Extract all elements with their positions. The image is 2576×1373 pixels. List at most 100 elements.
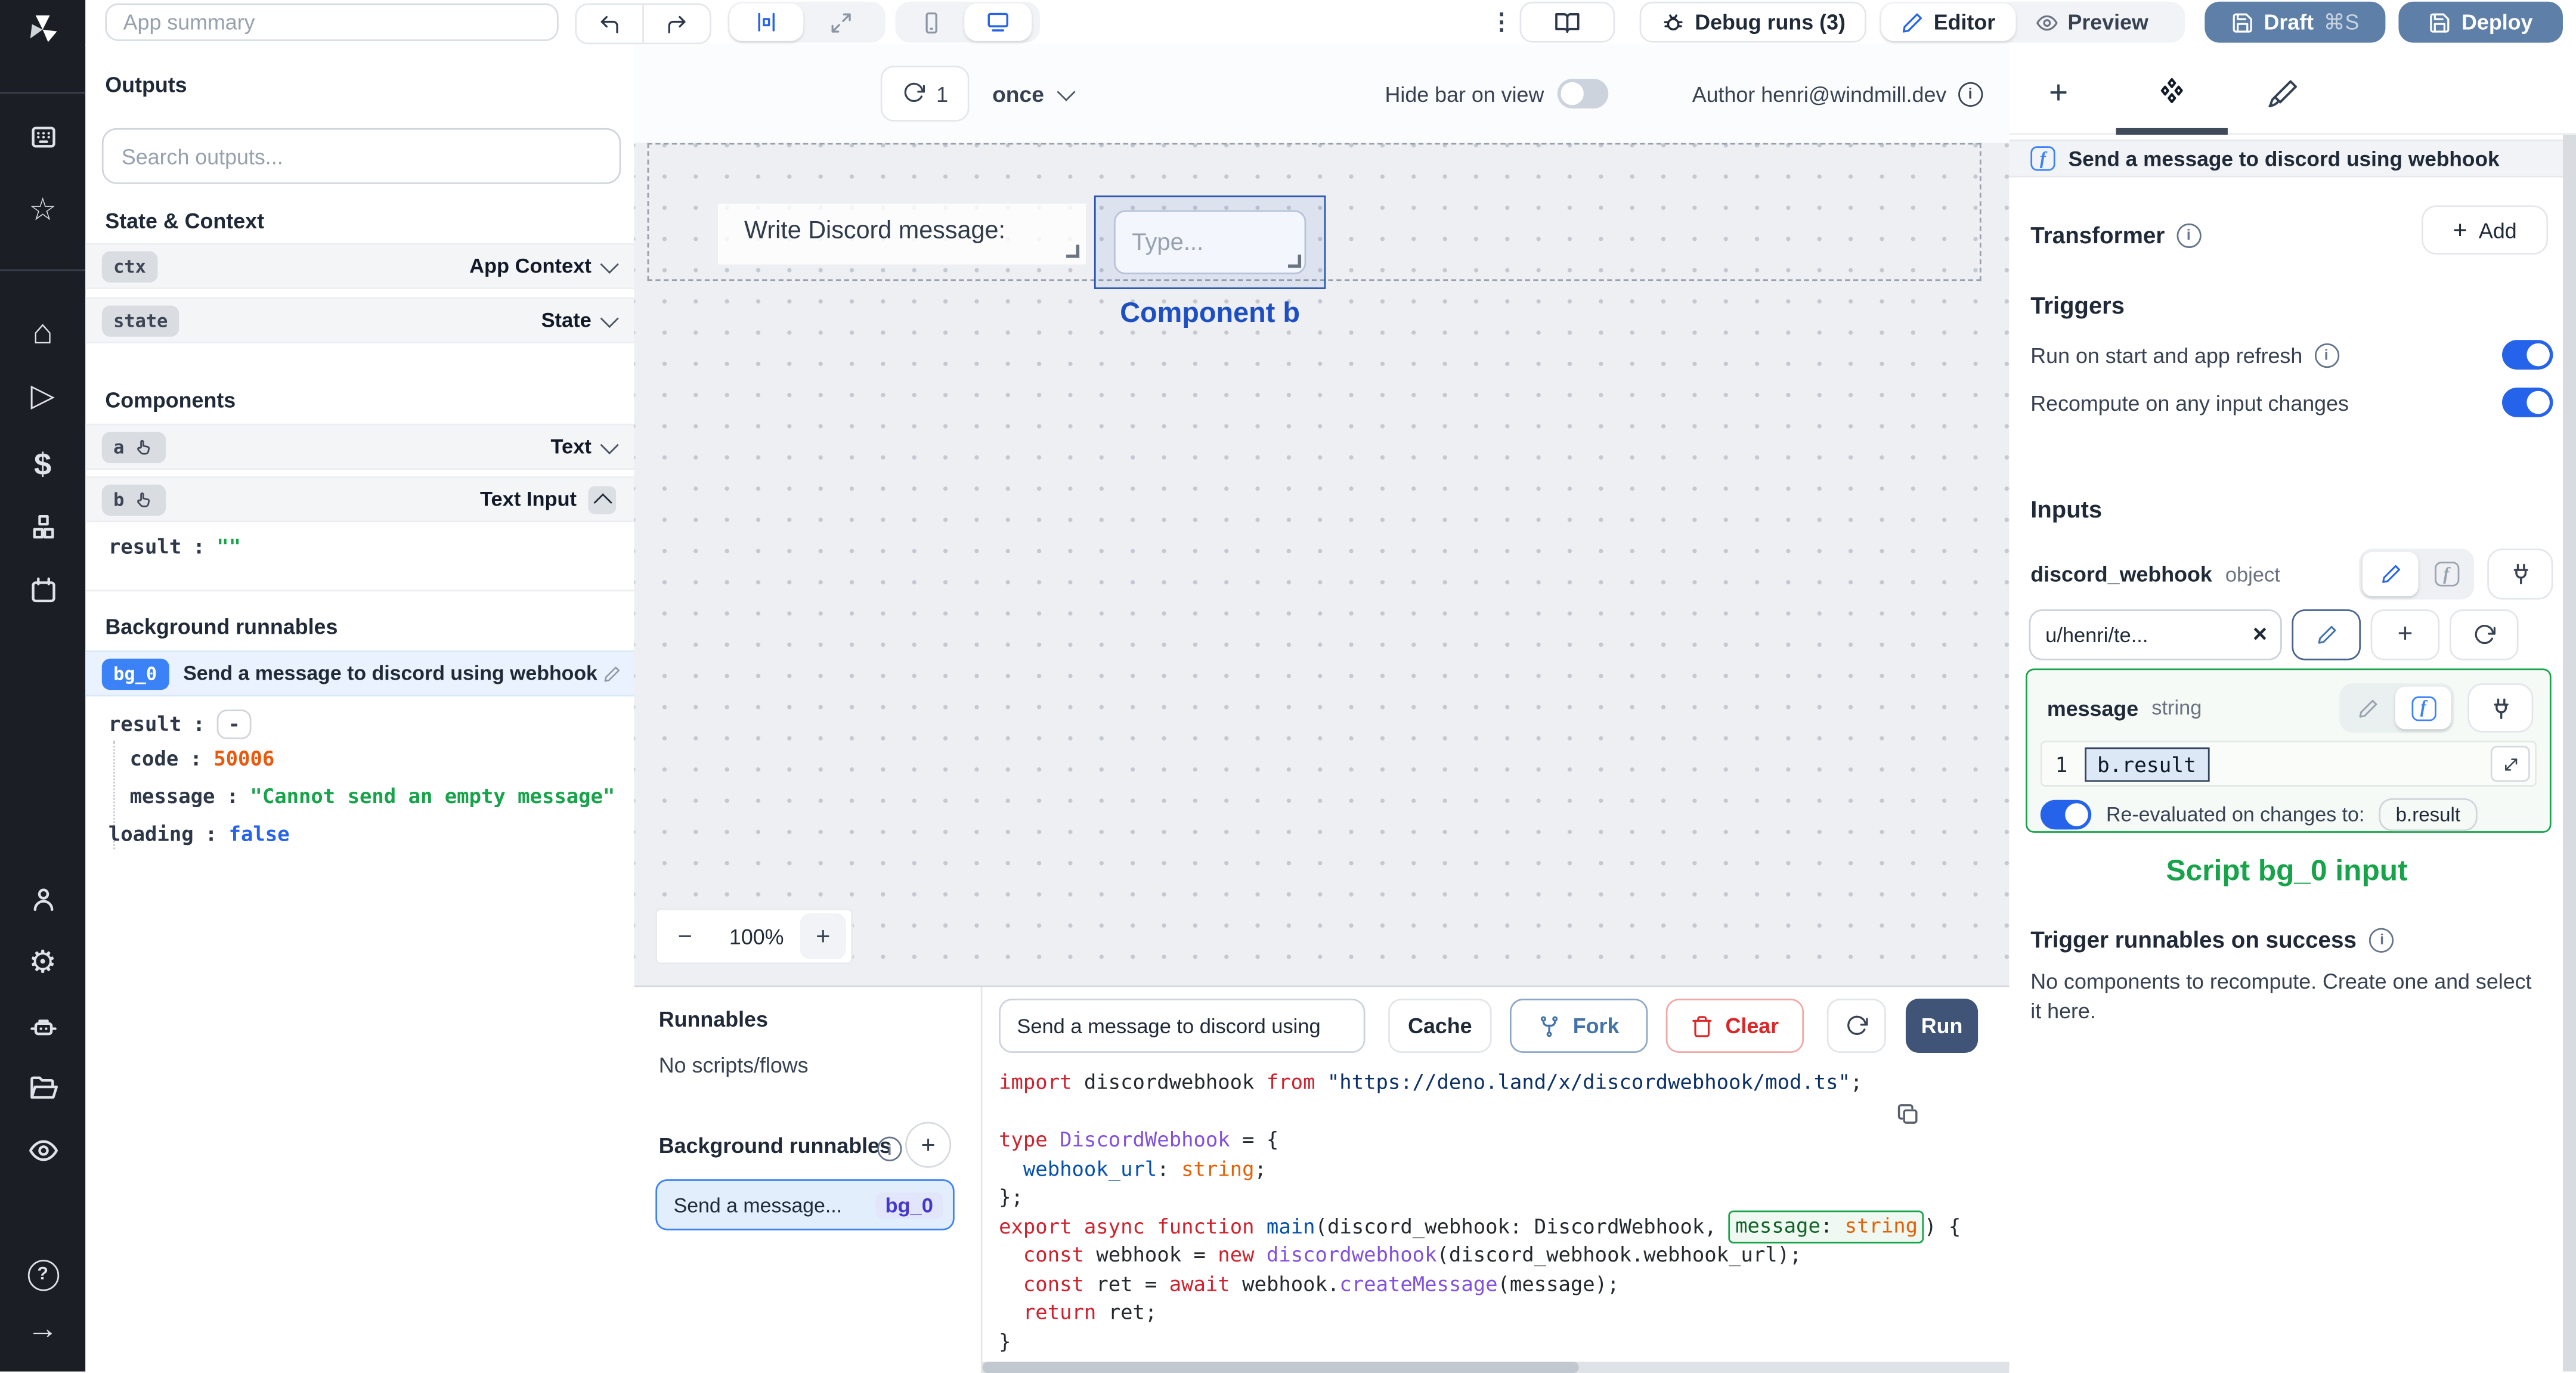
output-row-ctx[interactable]: ctx App Context xyxy=(85,243,634,289)
insert-component-plus-icon[interactable]: + xyxy=(2039,74,2078,113)
workers-robot-icon[interactable] xyxy=(0,1007,85,1046)
tab-preview[interactable]: Preview xyxy=(2015,4,2168,41)
text-component[interactable]: Write Discord message: xyxy=(717,203,1086,265)
state-badge[interactable]: state xyxy=(101,305,179,336)
search-outputs-input[interactable] xyxy=(101,128,621,184)
fork-button[interactable]: Fork xyxy=(1509,999,1648,1053)
info-icon[interactable] xyxy=(2369,927,2395,952)
draft-button[interactable]: Draft ⌘S xyxy=(2205,1,2386,43)
zoom-out-button[interactable]: − xyxy=(657,922,713,950)
resize-handle[interactable] xyxy=(1287,255,1302,268)
static-mode-pencil-icon[interactable] xyxy=(2343,687,2392,730)
resize-handle[interactable] xyxy=(1066,244,1080,258)
fullscreen-icon[interactable] xyxy=(803,4,877,41)
edit-pencil-icon[interactable] xyxy=(603,664,621,682)
debug-runs-button[interactable]: Debug runs (3) xyxy=(1639,1,1866,43)
folders-icon[interactable] xyxy=(0,1068,85,1107)
info-icon[interactable] xyxy=(2176,222,2202,247)
static-mode-pencil-icon[interactable] xyxy=(2362,551,2419,597)
tab-editor[interactable]: Editor xyxy=(1881,3,2015,41)
bg0-badge[interactable]: bg_0 xyxy=(101,658,169,689)
refresh-resource-button[interactable] xyxy=(2449,609,2519,661)
run-button[interactable]: Run xyxy=(1905,999,1979,1053)
runs-icon[interactable]: ▷ xyxy=(0,376,85,416)
add-resource-button[interactable]: + xyxy=(2370,609,2440,661)
undo-icon[interactable] xyxy=(577,13,642,36)
component-a-badge[interactable]: a xyxy=(101,431,166,463)
expression-value[interactable]: b.result xyxy=(2083,746,2209,782)
connect-plug-icon[interactable] xyxy=(2467,683,2534,733)
copy-code-icon[interactable] xyxy=(1896,1102,1920,1127)
discord-message-input[interactable] xyxy=(1113,210,1306,275)
resources-cubes-icon[interactable] xyxy=(0,507,85,547)
settings-gear-icon[interactable]: ⚙ xyxy=(0,943,85,982)
b-result-line[interactable]: result: "" xyxy=(109,529,241,563)
resource-path-value[interactable]: u/henri/te... xyxy=(2045,624,2148,647)
tab-component-settings-icon[interactable] xyxy=(2152,74,2191,113)
selected-input-component[interactable] xyxy=(1094,195,1326,289)
message-name: message xyxy=(2046,695,2139,721)
eval-mode-f-icon[interactable]: f xyxy=(2422,552,2471,596)
chevron-down-icon[interactable] xyxy=(600,254,619,273)
frequency-dropdown[interactable]: once xyxy=(992,66,1075,122)
app-summary-input[interactable] xyxy=(105,3,559,41)
cache-button[interactable]: Cache xyxy=(1388,999,1492,1053)
kebab-menu-icon[interactable]: ⋮ xyxy=(1490,8,1513,36)
eval-mode-f-icon[interactable]: f xyxy=(2395,686,2451,730)
info-icon[interactable] xyxy=(877,1136,902,1161)
edit-resource-button[interactable] xyxy=(2292,609,2361,661)
desktop-view-icon[interactable] xyxy=(964,3,1032,41)
refresh-button[interactable] xyxy=(1826,999,1886,1053)
help-icon[interactable]: ? xyxy=(0,1255,85,1294)
expression-editor[interactable]: 1 b.result xyxy=(2040,740,2537,787)
apps-icon[interactable] xyxy=(0,117,85,156)
info-icon[interactable] xyxy=(1958,81,1983,106)
clear-button[interactable]: Clear xyxy=(1665,999,1804,1053)
connect-plug-icon[interactable] xyxy=(2487,548,2553,600)
variables-icon[interactable]: $ xyxy=(0,445,85,485)
rail-divider xyxy=(0,269,86,271)
chevron-down-icon[interactable] xyxy=(600,435,619,454)
runnable-item-bg0[interactable]: Send a message... bg_0 xyxy=(655,1179,955,1231)
output-row-component-a[interactable]: a Text xyxy=(85,423,634,470)
hide-bar-toggle[interactable] xyxy=(1557,79,1608,109)
output-row-component-b[interactable]: b Text Input xyxy=(85,476,634,523)
add-transformer-button[interactable]: + Add xyxy=(2422,205,2549,255)
add-runnable-button[interactable]: + xyxy=(905,1121,952,1168)
zoom-in-button[interactable]: + xyxy=(800,913,846,959)
panel-scrollbar[interactable] xyxy=(2562,134,2576,1372)
redo-icon[interactable] xyxy=(644,13,710,36)
reeval-target-badge[interactable]: b.result xyxy=(2379,798,2477,832)
chevron-up-icon[interactable] xyxy=(593,492,612,512)
tab-styling-brush-icon[interactable] xyxy=(2262,74,2302,113)
recompute-toggle[interactable] xyxy=(2502,388,2553,417)
horizontal-scrollbar[interactable] xyxy=(982,1361,2010,1373)
output-row-state[interactable]: state State xyxy=(85,297,634,343)
schedules-icon[interactable] xyxy=(0,570,85,609)
script-name-input[interactable] xyxy=(999,999,1366,1053)
clear-resource-icon[interactable]: × xyxy=(2253,621,2267,649)
component-b-badge[interactable]: b xyxy=(101,484,166,515)
windmill-logo[interactable] xyxy=(0,10,85,49)
users-icon[interactable] xyxy=(0,879,85,918)
refresh-count-button[interactable]: 1 xyxy=(880,66,970,122)
collapse-arrow-icon[interactable]: → xyxy=(0,1309,85,1349)
distribute-align-icon[interactable] xyxy=(729,3,804,41)
home-icon[interactable]: ⌂ xyxy=(0,312,85,351)
audit-eye-icon[interactable] xyxy=(0,1130,85,1170)
output-row-bg0[interactable]: bg_0 Send a message to discord using web… xyxy=(85,650,634,697)
app-canvas[interactable]: Write Discord message: Component b − 100… xyxy=(634,142,2010,986)
chevron-down-icon[interactable] xyxy=(600,308,619,327)
run-on-start-toggle[interactable] xyxy=(2502,340,2553,370)
info-icon[interactable] xyxy=(2314,342,2339,367)
collapsed-object-toggle[interactable]: - xyxy=(216,708,252,739)
deploy-button[interactable]: Deploy xyxy=(2398,1,2563,43)
favorites-star-icon[interactable]: ☆ xyxy=(0,191,85,230)
bg0-result-line[interactable]: result: - xyxy=(109,706,252,741)
docs-book-icon[interactable] xyxy=(1519,1,1615,43)
ctx-badge[interactable]: ctx xyxy=(101,250,158,282)
code-editor[interactable]: import discordwebhook from "https://deno… xyxy=(999,1070,1998,1362)
mobile-view-icon[interactable] xyxy=(897,4,964,41)
reeval-toggle[interactable] xyxy=(2040,799,2092,830)
expand-editor-icon[interactable] xyxy=(2490,745,2530,782)
